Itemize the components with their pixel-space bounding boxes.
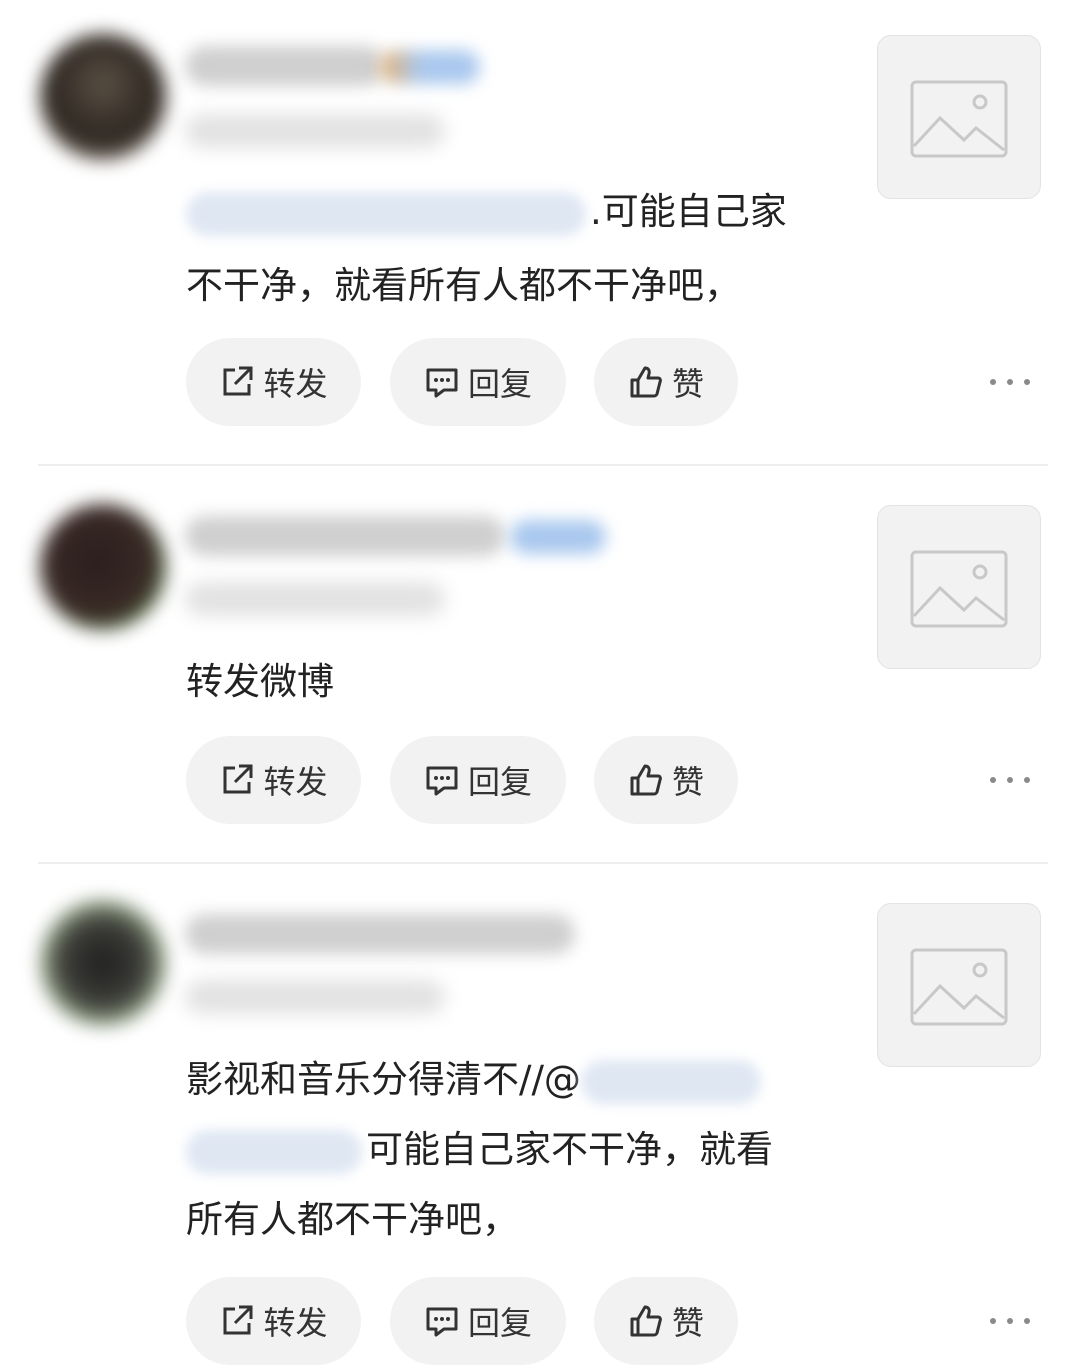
- post-text-fragment: .可能自己家: [590, 190, 787, 233]
- more-dot: [1024, 379, 1030, 385]
- username-redacted[interactable]: [185, 46, 385, 86]
- post-text-fragment: 影视和音乐分得清不//@: [186, 1058, 581, 1101]
- like-button[interactable]: 赞: [594, 338, 738, 426]
- more-dots-icon: [990, 379, 996, 385]
- repost-button[interactable]: 转发: [186, 338, 361, 426]
- like-button[interactable]: 赞: [594, 736, 738, 824]
- mention-redacted[interactable]: [186, 1129, 362, 1174]
- avatar[interactable]: [40, 900, 166, 1026]
- comment-icon: [426, 766, 458, 796]
- image-placeholder-icon: [910, 550, 1008, 628]
- more-button[interactable]: [990, 1311, 1030, 1331]
- more-button[interactable]: [990, 770, 1030, 790]
- reply-button[interactable]: 回复: [390, 736, 566, 824]
- post-text-line-2: 可能自己家不干净，就看: [186, 1126, 773, 1174]
- action-bar: 转发 回复 赞: [186, 338, 786, 426]
- thumbs-up-icon: [630, 1305, 662, 1337]
- post-divider: [38, 464, 1048, 466]
- reply-label: 回复: [467, 365, 532, 403]
- more-dot: [1024, 1318, 1030, 1324]
- repost-label: 转发: [263, 365, 328, 403]
- comment-icon: [426, 368, 458, 398]
- post-divider: [38, 862, 1048, 864]
- more-dot: [1007, 379, 1013, 385]
- repost-icon: [223, 1305, 253, 1335]
- image-placeholder-icon: [910, 948, 1008, 1026]
- post-thumbnail[interactable]: [877, 505, 1041, 669]
- like-label: 赞: [671, 763, 704, 801]
- timestamp-redacted: [185, 582, 445, 616]
- post-text-line-1: 转发微博: [186, 660, 334, 703]
- post-thumbnail[interactable]: [877, 903, 1041, 1067]
- repost-button[interactable]: 转发: [186, 736, 361, 824]
- action-bar: 转发 回复 赞: [186, 736, 786, 824]
- username-redacted[interactable]: [185, 516, 505, 556]
- repost-label: 转发: [263, 763, 328, 801]
- mention-redacted[interactable]: [580, 1059, 761, 1104]
- reply-button[interactable]: 回复: [390, 338, 566, 426]
- post-text-line-1: 影视和音乐分得清不//@: [186, 1056, 761, 1104]
- thumbs-up-icon: [630, 764, 662, 796]
- more-dots-icon: [990, 1318, 996, 1324]
- timestamp-redacted: [185, 114, 445, 148]
- post-text-line-2: 不干净，就看所有人都不干净吧，: [186, 264, 741, 307]
- image-placeholder-icon: [910, 80, 1008, 158]
- more-dots-icon: [990, 777, 996, 783]
- more-dot: [1007, 1318, 1013, 1324]
- reply-label: 回复: [467, 763, 532, 801]
- thumbs-up-icon: [630, 366, 662, 398]
- avatar[interactable]: [40, 504, 166, 630]
- reply-label: 回复: [467, 1304, 532, 1342]
- timestamp-redacted: [185, 980, 445, 1014]
- username-redacted[interactable]: [185, 914, 575, 954]
- like-label: 赞: [671, 1304, 704, 1342]
- post-thumbnail[interactable]: [877, 35, 1041, 199]
- action-bar: 转发 回复 赞: [186, 1277, 786, 1365]
- post-text-fragment: 可能自己家不干净，就看: [366, 1128, 773, 1171]
- repost-icon: [223, 366, 253, 396]
- avatar[interactable]: [40, 34, 166, 160]
- repost-button[interactable]: 转发: [186, 1277, 361, 1365]
- reply-button[interactable]: 回复: [390, 1277, 566, 1365]
- more-button[interactable]: [990, 372, 1030, 392]
- repost-icon: [223, 764, 253, 794]
- post-text-line-3: 所有人都不干净吧，: [186, 1198, 519, 1241]
- repost-label: 转发: [263, 1304, 328, 1342]
- mention-redacted[interactable]: [186, 191, 586, 236]
- like-label: 赞: [671, 365, 704, 403]
- more-dot: [1007, 777, 1013, 783]
- post-text-line-1: .可能自己家: [186, 188, 787, 236]
- more-dot: [1024, 777, 1030, 783]
- badge-redacted: [510, 520, 606, 554]
- badge-redacted: [380, 50, 480, 84]
- comment-icon: [426, 1307, 458, 1337]
- like-button[interactable]: 赞: [594, 1277, 738, 1365]
